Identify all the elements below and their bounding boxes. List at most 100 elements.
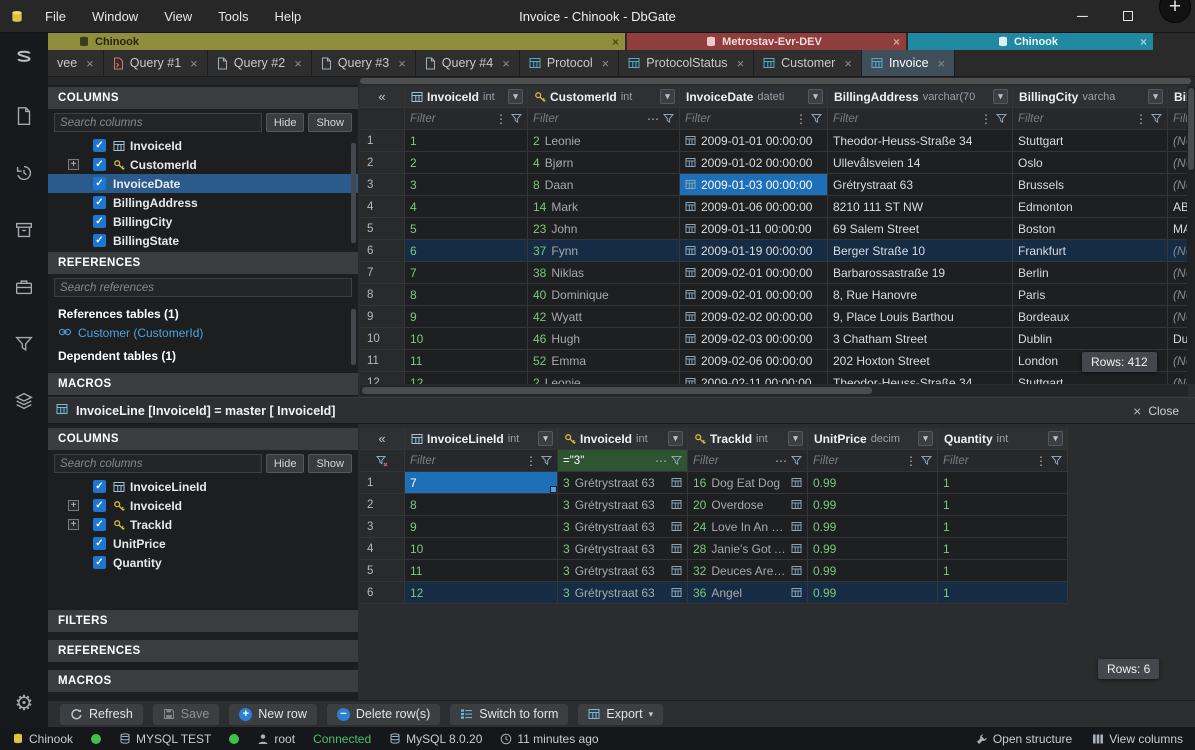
close-tab-icon[interactable]: ×	[86, 56, 94, 71]
funnel-icon[interactable]	[671, 455, 682, 466]
hide-columns-button[interactable]: Hide	[266, 113, 305, 132]
filter-icon[interactable]	[12, 332, 36, 356]
open-reference-icon[interactable]	[791, 543, 802, 554]
hide-columns-button[interactable]: Hide	[266, 454, 305, 473]
close-group-icon[interactable]: ×	[612, 35, 619, 49]
maximize-button[interactable]	[1105, 0, 1150, 33]
column-menu-icon[interactable]: ▾	[1148, 89, 1163, 104]
cell-customerid[interactable]: 8Daan	[528, 174, 680, 196]
row-number[interactable]: 4	[360, 196, 405, 218]
tab-query-2[interactable]: Query #2×	[208, 50, 312, 76]
column-header-invoiceid[interactable]: InvoiceIdint▾	[558, 428, 688, 450]
row-number[interactable]: 3	[360, 516, 405, 538]
horizontal-scrollbar[interactable]	[360, 385, 1188, 396]
status-11-minutes-ago[interactable]: 11 minutes ago	[500, 732, 598, 746]
cell-billingcity[interactable]: Oslo	[1013, 152, 1168, 174]
cell-invoiceid[interactable]: 6	[405, 240, 528, 262]
cell-invoiceid[interactable]: 9	[405, 306, 528, 328]
cell-invoiceid[interactable]: 11	[405, 350, 528, 372]
status-view-columns[interactable]: View columns	[1092, 732, 1183, 746]
cell-billingaddress[interactable]: Theodor-Heuss-Straße 34	[828, 130, 1013, 152]
row-number[interactable]: 3	[360, 174, 405, 196]
column-tree-item-billingaddress[interactable]: ✓BillingAddress	[48, 193, 358, 212]
macros-section-header[interactable]: MACROS	[48, 670, 358, 692]
funnel-icon[interactable]	[541, 455, 552, 466]
filter-menu-icon[interactable]: ⋮	[795, 112, 807, 126]
row-number[interactable]: 7	[360, 262, 405, 284]
panel-scrollbar[interactable]	[351, 143, 356, 243]
cell-invoicedate[interactable]: 2009-01-19 00:00:00	[680, 240, 828, 262]
columns-section-header[interactable]: COLUMNS	[48, 87, 358, 109]
cell-customerid[interactable]: 4Bjørn	[528, 152, 680, 174]
cell-invoiceid[interactable]: 3Grétrystraat 63	[558, 494, 688, 516]
cell-billingcity[interactable]: Paris	[1013, 284, 1168, 306]
row-number[interactable]: 6	[360, 240, 405, 262]
column-menu-icon[interactable]: ▾	[918, 431, 933, 446]
cell-invoicelineid[interactable]: 9	[405, 516, 558, 538]
cell-invoiceid[interactable]: 10	[405, 328, 528, 350]
cell-invoiceid[interactable]: 5	[405, 218, 528, 240]
vertical-scrollbar[interactable]	[1187, 86, 1195, 384]
cell-unitprice[interactable]: 0.99	[808, 516, 938, 538]
tab-scrollbar[interactable]	[48, 77, 1195, 85]
status-indicator[interactable]	[91, 734, 101, 744]
columns-section-header[interactable]: COLUMNS	[48, 428, 358, 450]
filter-menu-icon[interactable]: ⋮	[1035, 454, 1047, 468]
new-row-button[interactable]: +New row	[229, 704, 317, 725]
dbgate-logo-icon[interactable]	[12, 47, 36, 71]
tab-query-1[interactable]: Query #1×	[104, 50, 208, 76]
close-group-icon[interactable]: ×	[1140, 35, 1147, 49]
close-tab-icon[interactable]: ×	[737, 56, 745, 71]
cell-customerid[interactable]: 38Niklas	[528, 262, 680, 284]
column-menu-icon[interactable]: ▾	[788, 431, 803, 446]
row-number[interactable]: 6	[360, 582, 405, 604]
status-mysql-test[interactable]: MYSQL TEST	[119, 732, 211, 746]
column-tree-item-trackid[interactable]: +✓TrackId	[48, 515, 358, 534]
cell-billingaddress[interactable]: Ullevålsveien 14	[828, 152, 1013, 174]
delete-row-s-button[interactable]: −Delete row(s)	[327, 704, 440, 725]
column-menu-icon[interactable]: ▾	[508, 89, 523, 104]
row-number[interactable]: 5	[360, 560, 405, 582]
cell-customerid[interactable]: 46Hugh	[528, 328, 680, 350]
checkbox[interactable]: ✓	[93, 234, 106, 247]
column-header-billingaddress[interactable]: BillingAddressvarchar(70▾	[828, 86, 1013, 108]
open-reference-icon[interactable]	[791, 521, 802, 532]
status-chinook[interactable]: Chinook	[12, 732, 73, 746]
checkbox[interactable]: ✓	[93, 139, 106, 152]
save-button[interactable]: Save	[153, 704, 220, 725]
cell-invoiceid[interactable]: 3	[405, 174, 528, 196]
refresh-button[interactable]: Refresh	[60, 704, 143, 725]
filter-input-invoicelineid[interactable]: Filter⋮	[405, 450, 558, 472]
filter-input-trackid[interactable]: Filter⋯	[688, 450, 808, 472]
cell-customerid[interactable]: 42Wyatt	[528, 306, 680, 328]
show-columns-button[interactable]: Show	[308, 454, 352, 473]
tab-protocol[interactable]: Protocol×	[520, 50, 619, 76]
filter-input-unitprice[interactable]: Filter⋮	[808, 450, 938, 472]
close-group-icon[interactable]: ×	[893, 35, 900, 49]
cell-trackid[interactable]: 28Janie's Got A Gun	[688, 538, 808, 560]
collapse-grid-icon[interactable]: «	[360, 428, 405, 450]
settings-gear-icon[interactable]: ⚙	[12, 691, 36, 715]
funnel-icon[interactable]	[663, 113, 674, 124]
history-icon[interactable]	[12, 161, 36, 185]
references-section-header[interactable]: REFERENCES	[48, 252, 358, 274]
open-reference-icon[interactable]	[671, 499, 682, 510]
menu-file[interactable]: File	[32, 0, 79, 33]
status-connected[interactable]: Connected	[313, 732, 371, 746]
cell-customerid[interactable]: 52Emma	[528, 350, 680, 372]
minimize-button[interactable]: ─	[1060, 0, 1105, 33]
menu-tools[interactable]: Tools	[205, 0, 261, 33]
status-open-structure[interactable]: Open structure	[976, 732, 1072, 746]
archive-icon[interactable]	[12, 218, 36, 242]
cell-invoiceid[interactable]: 3Grétrystraat 63	[558, 516, 688, 538]
column-tree-item-billingstate[interactable]: ✓BillingState	[48, 231, 358, 250]
cell-billingaddress[interactable]: 8, Rue Hanovre	[828, 284, 1013, 306]
cell-trackid[interactable]: 16Dog Eat Dog	[688, 472, 808, 494]
cell-billingcity[interactable]: Brussels	[1013, 174, 1168, 196]
cell-customerid[interactable]: 2Leonie	[528, 130, 680, 152]
tab-query-3[interactable]: Query #3×	[312, 50, 416, 76]
column-tree-item-invoiceid[interactable]: ✓InvoiceId	[48, 136, 358, 155]
checkbox[interactable]: ✓	[93, 158, 106, 171]
checkbox[interactable]: ✓	[93, 177, 106, 190]
cell-billingcity[interactable]: Boston	[1013, 218, 1168, 240]
